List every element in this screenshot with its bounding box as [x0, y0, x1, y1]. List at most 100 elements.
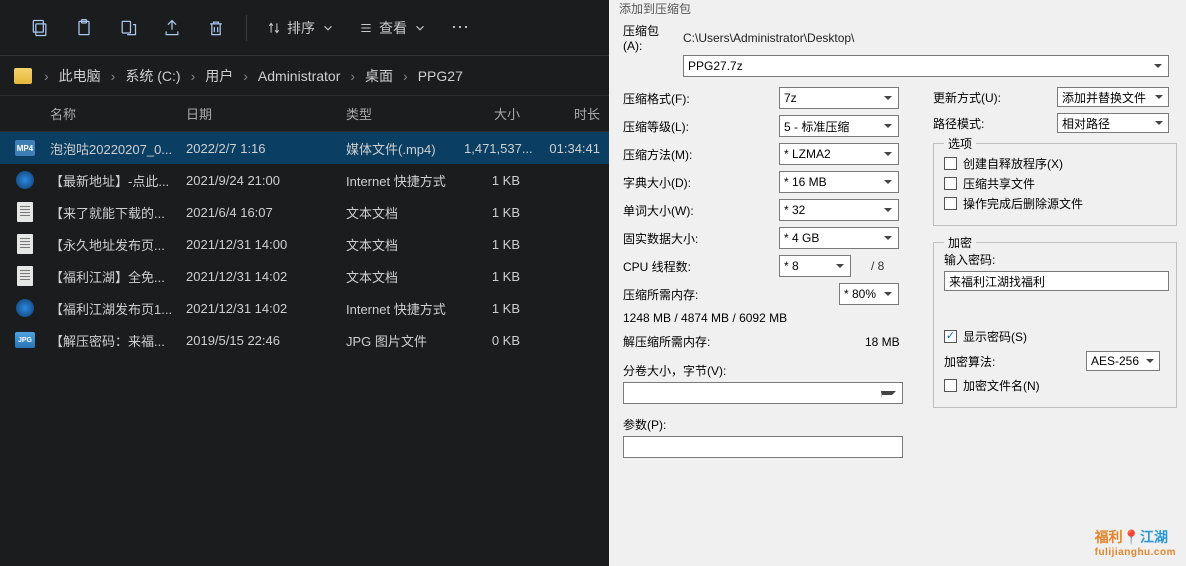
- dict-label: 字典大小(D):: [623, 174, 709, 191]
- column-type[interactable]: 类型: [346, 104, 464, 123]
- column-size[interactable]: 大小: [464, 104, 540, 123]
- dialog-title: 添加到压缩包: [609, 0, 1186, 14]
- file-name: 【解压密码：来福...: [50, 331, 186, 350]
- cpu-combo[interactable]: * 8: [779, 255, 851, 277]
- file-type: Internet 快捷方式: [346, 299, 464, 318]
- file-size: 0 KB: [464, 333, 540, 348]
- file-type: JPG 图片文件: [346, 331, 464, 350]
- word-label: 单词大小(W):: [623, 202, 709, 219]
- delete-label: 操作完成后删除源文件: [963, 195, 1083, 212]
- split-label: 分卷大小，字节(V):: [623, 362, 903, 379]
- more-icon[interactable]: ⋯: [439, 17, 481, 38]
- file-row[interactable]: MP4泡泡咕20220207_0...2022/2/7 1:16媒体文件(.mp…: [0, 132, 609, 164]
- file-name: 【福利江湖】全免...: [50, 267, 186, 286]
- level-label: 压缩等级(L):: [623, 118, 709, 135]
- pathmode-label: 路径模式:: [933, 115, 1027, 132]
- encrypt-names-checkbox[interactable]: [944, 379, 957, 392]
- breadcrumb-item[interactable]: 此电脑: [55, 64, 105, 88]
- breadcrumb-item[interactable]: 桌面: [361, 64, 397, 88]
- param-label: 参数(P):: [623, 416, 903, 433]
- mem-decompress-label: 解压缩所需内存:: [623, 333, 743, 350]
- file-row[interactable]: 【福利江湖发布页1...2021/12/31 14:02Internet 快捷方…: [0, 292, 609, 324]
- param-input[interactable]: [623, 436, 903, 458]
- file-date: 2021/6/4 16:07: [186, 205, 346, 220]
- toolbar: 排序 查看 ⋯: [0, 0, 609, 56]
- encrypt-fieldset: 加密 输入密码: 来福利江湖找福利 显示密码(S) 加密算法: AES-256 …: [933, 242, 1177, 408]
- sort-label: 排序: [287, 18, 315, 38]
- pathmode-combo[interactable]: 相对路径: [1057, 113, 1169, 133]
- mem-compress-value: 1248 MB / 4874 MB / 6092 MB: [623, 311, 903, 325]
- method-combo[interactable]: * LZMA2: [779, 143, 899, 165]
- solid-combo[interactable]: * 4 GB: [779, 227, 899, 249]
- chevron-right-icon: ›: [191, 68, 196, 84]
- chevron-right-icon: ›: [403, 68, 408, 84]
- algo-combo[interactable]: AES-256: [1086, 351, 1160, 371]
- mem-decompress-value: 18 MB: [865, 335, 900, 349]
- file-date: 2021/9/24 21:00: [186, 173, 346, 188]
- archive-name-combo[interactable]: PPG27.7z: [683, 55, 1169, 77]
- mem-percent-combo[interactable]: * 80%: [839, 283, 899, 305]
- share-icon[interactable]: [150, 6, 194, 50]
- show-password-label: 显示密码(S): [963, 328, 1027, 345]
- file-name: 泡泡咕20220207_0...: [50, 139, 186, 158]
- file-size: 1 KB: [464, 173, 540, 188]
- password-input[interactable]: 来福利江湖找福利: [944, 271, 1169, 291]
- file-row[interactable]: JPG 【解压密码：来福...2019/5/15 22:46JPG 图片文件0 K…: [0, 324, 609, 356]
- chevron-right-icon: ›: [111, 68, 116, 84]
- sfx-checkbox[interactable]: [944, 157, 957, 170]
- options-fieldset: 选项 创建自释放程序(X) 压缩共享文件 操作完成后删除源文件: [933, 143, 1177, 226]
- split-combo[interactable]: [623, 382, 903, 404]
- view-button[interactable]: 查看: [347, 6, 439, 50]
- sfx-label: 创建自释放程序(X): [963, 155, 1063, 172]
- encrypt-names-label: 加密文件名(N): [963, 377, 1040, 394]
- jpg-icon: JPG: [15, 332, 35, 348]
- file-type: 媒体文件(.mp4): [346, 139, 464, 158]
- level-combo[interactable]: 5 - 标准压缩: [779, 115, 899, 137]
- show-password-checkbox[interactable]: [944, 330, 957, 343]
- delete-icon[interactable]: [194, 6, 238, 50]
- breadcrumb-item[interactable]: Administrator: [254, 66, 344, 86]
- file-date: 2021/12/31 14:02: [186, 301, 346, 316]
- sort-button[interactable]: 排序: [255, 6, 347, 50]
- cut-icon[interactable]: [106, 6, 150, 50]
- dict-combo[interactable]: * 16 MB: [779, 171, 899, 193]
- mp4-icon: MP4: [15, 140, 35, 156]
- chevron-right-icon: ›: [350, 68, 355, 84]
- file-row[interactable]: 【最新地址】-点此...2021/9/24 21:00Internet 快捷方式…: [0, 164, 609, 196]
- url-icon: [16, 171, 34, 189]
- column-date[interactable]: 日期: [186, 104, 346, 123]
- paste-icon[interactable]: [62, 6, 106, 50]
- file-type: Internet 快捷方式: [346, 171, 464, 190]
- copy-icon[interactable]: [18, 6, 62, 50]
- file-row[interactable]: 【永久地址发布页...2021/12/31 14:00文本文档1 KB: [0, 228, 609, 260]
- chevron-right-icon: ›: [243, 68, 248, 84]
- file-row[interactable]: 【福利江湖】全免...2021/12/31 14:02文本文档1 KB: [0, 260, 609, 292]
- file-size: 1 KB: [464, 269, 540, 284]
- file-date: 2019/5/15 22:46: [186, 333, 346, 348]
- mem-compress-label: 压缩所需内存:: [623, 286, 743, 303]
- format-combo[interactable]: 7z: [779, 87, 899, 109]
- delete-checkbox[interactable]: [944, 197, 957, 210]
- breadcrumb-item[interactable]: 用户: [201, 64, 237, 88]
- options-title: 选项: [944, 135, 976, 152]
- update-combo[interactable]: 添加并替换文件: [1057, 87, 1169, 107]
- cpu-total: / 8: [871, 259, 884, 273]
- column-duration[interactable]: 时长: [540, 104, 600, 123]
- update-label: 更新方式(U):: [933, 89, 1027, 106]
- file-duration: 01:34:41: [540, 141, 600, 156]
- file-row[interactable]: 【来了就能下载的...2021/6/4 16:07文本文档1 KB: [0, 196, 609, 228]
- txt-icon: [17, 202, 33, 222]
- view-label: 查看: [379, 18, 407, 38]
- cpu-label: CPU 线程数:: [623, 258, 709, 275]
- breadcrumb-item[interactable]: 系统 (C:): [121, 64, 184, 88]
- solid-label: 固实数据大小:: [623, 230, 709, 247]
- shared-checkbox[interactable]: [944, 177, 957, 190]
- file-name: 【福利江湖发布页1...: [50, 299, 186, 318]
- column-name[interactable]: 名称: [50, 104, 186, 123]
- file-type: 文本文档: [346, 235, 464, 254]
- breadcrumb-item[interactable]: PPG27: [414, 66, 467, 86]
- file-size: 1,471,537...: [464, 141, 540, 156]
- shared-label: 压缩共享文件: [963, 175, 1035, 192]
- file-name: 【永久地址发布页...: [50, 235, 186, 254]
- word-combo[interactable]: * 32: [779, 199, 899, 221]
